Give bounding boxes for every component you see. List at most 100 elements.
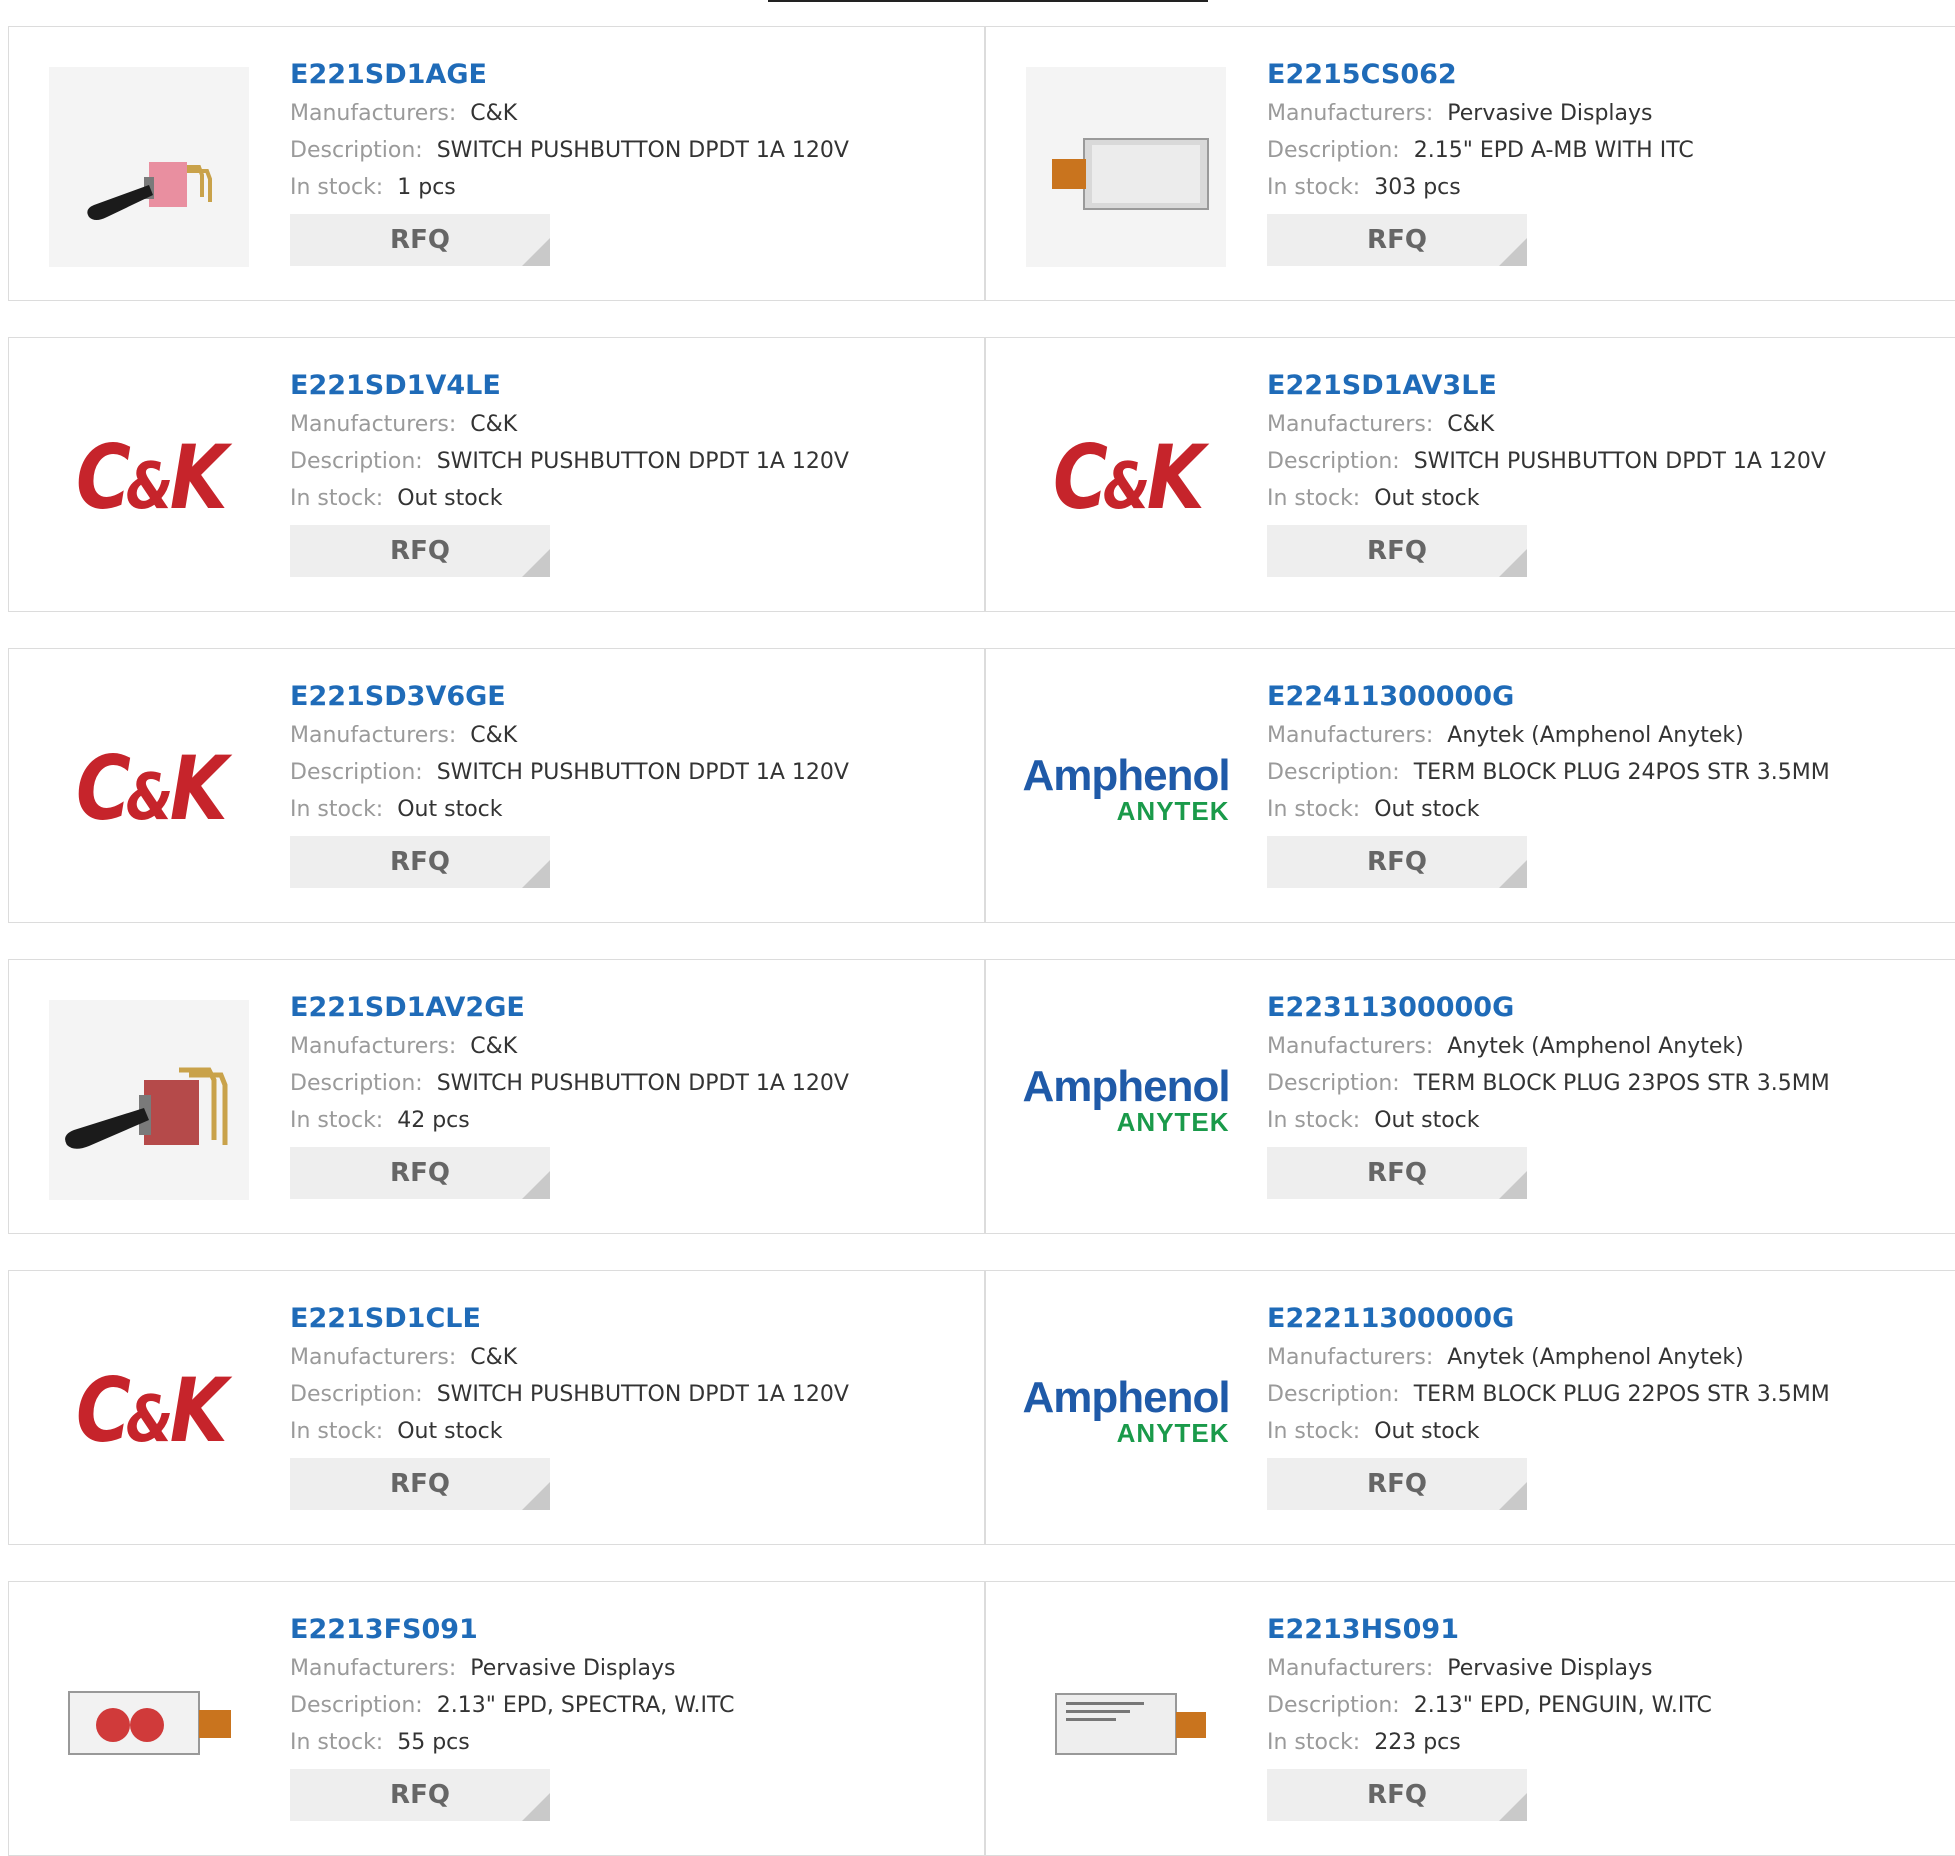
rfq-button[interactable]: RFQ	[290, 525, 550, 577]
description-label: Description:	[290, 760, 423, 785]
stock-row: In stock: Out stock	[1267, 1102, 1830, 1139]
toggle-switch-image-icon	[49, 1000, 249, 1200]
rfq-button[interactable]: RFQ	[290, 1458, 550, 1510]
product-image[interactable]: C&K	[1026, 378, 1226, 578]
rfq-button[interactable]: RFQ	[290, 836, 550, 888]
manufacturer-value: Pervasive Displays	[470, 1656, 676, 1681]
description-value: TERM BLOCK PLUG 24POS STR 3.5MM	[1413, 760, 1830, 785]
manufacturer-row: Manufacturers: Anytek (Amphenol Anytek)	[1267, 1339, 1830, 1376]
manufacturer-row: Manufacturers: Pervasive Displays	[1267, 95, 1694, 132]
product-image[interactable]	[49, 67, 249, 267]
description-row: Description: SWITCH PUSHBUTTON DPDT 1A 12…	[290, 1065, 849, 1102]
manufacturer-row: Manufacturers: Pervasive Displays	[290, 1650, 735, 1687]
product-image[interactable]: C&K	[49, 378, 249, 578]
manufacturer-label: Manufacturers:	[290, 412, 457, 437]
part-number-link[interactable]: E2213FS091	[290, 1610, 735, 1650]
manufacturer-value: Anytek (Amphenol Anytek)	[1447, 723, 1744, 748]
rfq-corner-decoration	[1499, 549, 1527, 577]
stock-label: In stock:	[290, 1419, 384, 1444]
part-number-link[interactable]: E221SD3V6GE	[290, 677, 849, 717]
description-row: Description: SWITCH PUSHBUTTON DPDT 1A 12…	[290, 1376, 849, 1413]
stock-value: Out stock	[397, 486, 503, 511]
part-number-link[interactable]: E221SD1CLE	[290, 1299, 849, 1339]
stock-row: In stock: Out stock	[290, 480, 849, 517]
product-card-6: E221SD1AV2GE Manufacturers: C&K Descripti…	[8, 959, 985, 1234]
product-image[interactable]	[49, 1622, 249, 1822]
stock-value: 55 pcs	[397, 1730, 470, 1755]
amphenol-logo-icon: Amphenol ANYTEK	[1022, 1373, 1230, 1448]
stock-value: Out stock	[1374, 1419, 1480, 1444]
manufacturer-label: Manufacturers:	[1267, 1656, 1434, 1681]
part-number-link[interactable]: E22411300000G	[1267, 677, 1830, 717]
rfq-button[interactable]: RFQ	[1267, 214, 1527, 266]
product-info: E221SD1CLE Manufacturers: C&K Description…	[290, 1299, 849, 1510]
rfq-button[interactable]: RFQ	[290, 1769, 550, 1821]
product-image[interactable]: C&K	[49, 1311, 249, 1511]
product-card-3: C&K E221SD1AV3LE Manufacturers: C&K Descr…	[985, 337, 1955, 612]
part-number-link[interactable]: E2215CS062	[1267, 55, 1694, 95]
product-card-5: Amphenol ANYTEK E22411300000G Manufacture…	[985, 648, 1955, 923]
stock-row: In stock: Out stock	[290, 791, 849, 828]
top-divider	[768, 0, 1208, 2]
part-number-link[interactable]: E221SD1AV3LE	[1267, 366, 1826, 406]
amphenol-logo-icon: Amphenol ANYTEK	[1022, 751, 1230, 826]
rfq-label: RFQ	[390, 847, 450, 877]
rfq-label: RFQ	[390, 1158, 450, 1188]
stock-row: In stock: 223 pcs	[1267, 1724, 1712, 1761]
part-number-link[interactable]: E221SD1AGE	[290, 55, 849, 95]
part-number-link[interactable]: E221SD1AV2GE	[290, 988, 849, 1028]
description-value: SWITCH PUSHBUTTON DPDT 1A 120V	[436, 1382, 849, 1407]
rfq-button[interactable]: RFQ	[1267, 1147, 1527, 1199]
manufacturer-value: C&K	[470, 723, 518, 748]
description-row: Description: SWITCH PUSHBUTTON DPDT 1A 12…	[290, 754, 849, 791]
stock-row: In stock: Out stock	[290, 1413, 849, 1450]
manufacturer-label: Manufacturers:	[1267, 723, 1434, 748]
rfq-corner-decoration	[522, 860, 550, 888]
rfq-corner-decoration	[522, 1482, 550, 1510]
product-image[interactable]	[1026, 67, 1226, 267]
rfq-corner-decoration	[1499, 860, 1527, 888]
rfq-button[interactable]: RFQ	[290, 1147, 550, 1199]
epd-penguin-image-icon	[1026, 1622, 1226, 1822]
product-info: E2213FS091 Manufacturers: Pervasive Displ…	[290, 1610, 735, 1821]
product-image[interactable]: Amphenol ANYTEK	[1022, 1000, 1230, 1200]
manufacturer-value: Pervasive Displays	[1447, 1656, 1653, 1681]
stock-label: In stock:	[290, 1730, 384, 1755]
manufacturer-value: C&K	[470, 1034, 518, 1059]
rfq-button[interactable]: RFQ	[1267, 1769, 1527, 1821]
product-card-1: E2215CS062 Manufacturers: Pervasive Displ…	[985, 26, 1955, 301]
product-info: E22311300000G Manufacturers: Anytek (Amph…	[1267, 988, 1830, 1199]
stock-row: In stock: Out stock	[1267, 1413, 1830, 1450]
product-info: E2213HS091 Manufacturers: Pervasive Displ…	[1267, 1610, 1712, 1821]
part-number-link[interactable]: E22211300000G	[1267, 1299, 1830, 1339]
description-row: Description: 2.13" EPD, PENGUIN, W.ITC	[1267, 1687, 1712, 1724]
product-image[interactable]: Amphenol ANYTEK	[1022, 1311, 1230, 1511]
ck-logo-icon: C&K	[75, 426, 228, 529]
description-label: Description:	[1267, 1693, 1400, 1718]
rfq-button[interactable]: RFQ	[290, 214, 550, 266]
product-card-2: C&K E221SD1V4LE Manufacturers: C&K Descri…	[8, 337, 985, 612]
part-number-link[interactable]: E2213HS091	[1267, 1610, 1712, 1650]
ck-logo-icon: C&K	[1052, 426, 1205, 529]
product-image[interactable]: Amphenol ANYTEK	[1022, 689, 1230, 889]
product-image[interactable]	[49, 1000, 249, 1200]
rfq-button[interactable]: RFQ	[1267, 1458, 1527, 1510]
rfq-label: RFQ	[390, 1780, 450, 1810]
stock-value: Out stock	[1374, 797, 1480, 822]
description-value: SWITCH PUSHBUTTON DPDT 1A 120V	[1413, 449, 1826, 474]
product-image[interactable]: C&K	[49, 689, 249, 889]
rfq-button[interactable]: RFQ	[1267, 525, 1527, 577]
description-row: Description: TERM BLOCK PLUG 22POS STR 3.…	[1267, 1376, 1830, 1413]
rfq-button[interactable]: RFQ	[1267, 836, 1527, 888]
rfq-label: RFQ	[390, 225, 450, 255]
rfq-label: RFQ	[1367, 1158, 1427, 1188]
stock-label: In stock:	[1267, 1419, 1361, 1444]
description-label: Description:	[1267, 449, 1400, 474]
stock-label: In stock:	[1267, 797, 1361, 822]
product-info: E2215CS062 Manufacturers: Pervasive Displ…	[1267, 55, 1694, 266]
product-image[interactable]	[1026, 1622, 1226, 1822]
product-info: E22211300000G Manufacturers: Anytek (Amph…	[1267, 1299, 1830, 1510]
part-number-link[interactable]: E22311300000G	[1267, 988, 1830, 1028]
part-number-link[interactable]: E221SD1V4LE	[290, 366, 849, 406]
manufacturer-row: Manufacturers: C&K	[290, 1339, 849, 1376]
